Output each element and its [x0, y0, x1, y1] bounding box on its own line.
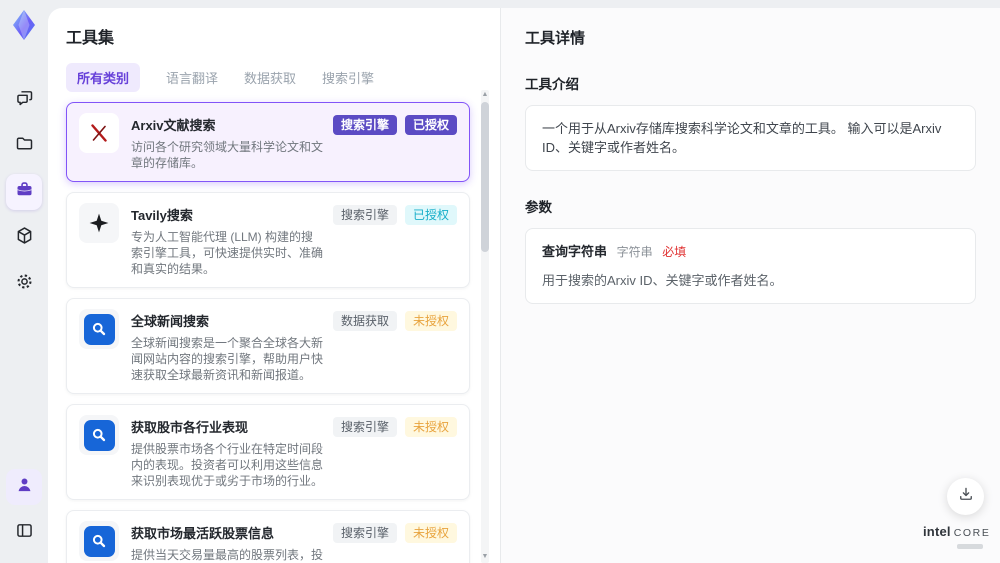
detail-title: 工具详情 — [525, 30, 586, 47]
tool-body: 获取股市各行业表现 提供股票市场各个行业在特定时间段内的表现。投资者可以利用这些… — [131, 415, 325, 489]
tool-name: Tavily搜索 — [131, 208, 193, 223]
tool-body: Arxiv文献搜索 访问各个研究领域大量科学论文和文章的存储库。 — [131, 113, 325, 171]
category-tab-1[interactable]: 语言翻译 — [166, 68, 218, 87]
tool-list: Arxiv文献搜索 访问各个研究领域大量科学论文和文章的存储库。 搜索引擎 已授… — [66, 102, 470, 563]
tool-card[interactable]: 获取股市各行业表现 提供股票市场各个行业在特定时间段内的表现。投资者可以利用这些… — [66, 404, 470, 500]
tool-card[interactable]: 全球新闻搜索 全球新闻搜索是一个聚合全球各大新闻网站内容的搜索引擎，帮助用户快速… — [66, 298, 470, 394]
auth-badge: 未授权 — [404, 523, 457, 543]
auth-badge: 已授权 — [404, 205, 457, 225]
nav-settings[interactable] — [6, 266, 42, 302]
tool-body: Tavily搜索 专为人工智能代理 (LLM) 构建的搜索引擎工具，可快速提供实… — [131, 203, 325, 277]
tool-body: 获取市场最活跃股票信息 提供当天交易量最高的股票列表，投资者可以利用这些信息来识… — [131, 521, 325, 563]
category-badge: 搜索引擎 — [332, 205, 397, 225]
tool-card[interactable]: Arxiv文献搜索 访问各个研究领域大量科学论文和文章的存储库。 搜索引擎 已授… — [66, 102, 470, 182]
tool-name: Arxiv文献搜索 — [131, 118, 216, 133]
chat-icon — [14, 87, 35, 113]
auth-badge: 已授权 — [404, 115, 457, 135]
category-tab-3[interactable]: 搜索引擎 — [322, 68, 374, 87]
params-heading: 参数 — [525, 200, 552, 215]
category-badge: 搜索引擎 — [332, 523, 397, 543]
download-icon — [957, 485, 975, 508]
tool-description: 全球新闻搜索是一个聚合全球各大新闻网站内容的搜索引擎，帮助用户快速获取全球最新资… — [131, 336, 324, 382]
nav-toolset[interactable] — [6, 174, 42, 210]
category-badge: 数据获取 — [332, 311, 397, 331]
tool-card[interactable]: 获取市场最活跃股票信息 提供当天交易量最高的股票列表，投资者可以利用这些信息来识… — [66, 510, 470, 563]
tool-intro-box: 一个用于从Arxiv存储库搜索科学论文和文章的工具。 输入可以是Arxiv ID… — [525, 105, 976, 171]
tool-card[interactable]: Tavily搜索 专为人工智能代理 (LLM) 构建的搜索引擎工具，可快速提供实… — [66, 192, 470, 288]
category-tabs: 所有类别 语言翻译 数据获取 搜索引擎 — [66, 62, 500, 92]
nav-files[interactable] — [6, 128, 42, 164]
tool-name: 获取股市各行业表现 — [131, 420, 249, 435]
core-wordmark: CORE — [953, 527, 991, 539]
param-box: 查询字符串 字符串 必填 用于搜索的Arxiv ID、关键字或作者姓名。 — [525, 228, 976, 304]
arxiv-icon — [79, 113, 119, 153]
toolset-column: 工具集 所有类别 语言翻译 数据获取 搜索引擎 Arxiv文献搜索 访问各个研究领域大… — [48, 8, 500, 563]
tool-description: 访问各个研究领域大量科学论文和文章的存储库。 — [131, 140, 324, 170]
cube-icon — [14, 225, 35, 251]
gear-icon — [14, 271, 35, 297]
tavily-icon — [79, 203, 119, 243]
folder-icon — [14, 133, 35, 159]
blue-search-icon — [83, 525, 115, 557]
category-tab-0[interactable]: 所有类别 — [66, 62, 141, 92]
tool-detail-column: 工具详情 工具介绍 一个用于从Arxiv存储库搜索科学论文和文章的工具。 输入可… — [500, 8, 1000, 563]
tool-badges: 搜索引擎 已授权 — [332, 205, 457, 225]
blue-search-icon — [83, 313, 115, 345]
panel-icon — [14, 520, 35, 546]
blue-search-icon — [83, 419, 115, 451]
tool-badges: 搜索引擎 未授权 — [332, 417, 457, 437]
param-name: 查询字符串 — [542, 244, 608, 259]
param-description: 用于搜索的Arxiv ID、关键字或作者姓名。 — [542, 273, 783, 288]
param-type: 字符串 — [616, 245, 653, 259]
briefcase-icon — [14, 179, 35, 205]
download-button[interactable] — [947, 478, 984, 515]
auth-badge: 未授权 — [404, 417, 457, 437]
category-badge: 搜索引擎 — [332, 115, 397, 135]
intro-heading: 工具介绍 — [525, 77, 579, 92]
tool-icon — [79, 309, 119, 349]
tool-intro-text: 一个用于从Arxiv存储库搜索科学论文和文章的工具。 输入可以是Arxiv ID… — [542, 121, 942, 155]
tool-icon — [79, 415, 119, 455]
tool-icon — [79, 521, 119, 561]
nav-collapse-panel[interactable] — [6, 515, 42, 551]
tool-body: 全球新闻搜索 全球新闻搜索是一个聚合全球各大新闻网站内容的搜索引擎，帮助用户快速… — [131, 309, 325, 383]
param-required-badge: 必填 — [662, 245, 687, 259]
tool-description: 专为人工智能代理 (LLM) 构建的搜索引擎工具，可快速提供实时、准确和真实的结… — [131, 230, 324, 276]
tool-badges: 数据获取 未授权 — [332, 311, 457, 331]
user-icon — [14, 474, 35, 500]
main-panel: 工具集 所有类别 语言翻译 数据获取 搜索引擎 Arxiv文献搜索 访问各个研究领域大… — [48, 8, 1000, 563]
param-header: 查询字符串 字符串 必填 — [542, 242, 959, 262]
tool-name: 全球新闻搜索 — [131, 314, 210, 329]
scroll-down-icon[interactable]: ▼ — [482, 552, 489, 562]
left-icon-rail — [0, 0, 48, 563]
tool-description: 提供当天交易量最高的股票列表，投资者可以利用这些信息来识别流动性强的股票和潜在的… — [131, 548, 324, 562]
category-badge: 搜索引擎 — [332, 417, 397, 437]
category-tab-2[interactable]: 数据获取 — [244, 68, 296, 87]
tool-description: 提供股票市场各个行业在特定时间段内的表现。投资者可以利用这些信息来识别表现优于或… — [131, 442, 324, 488]
page-title: 工具集 — [66, 30, 115, 47]
nav-chat[interactable] — [6, 82, 42, 118]
tool-name: 获取市场最活跃股票信息 — [131, 526, 275, 541]
brand-subtext — [957, 544, 983, 549]
tool-badges: 搜索引擎 已授权 — [332, 115, 457, 135]
intel-core-logo: intel CORE — [923, 523, 989, 549]
intel-wordmark: intel — [923, 524, 951, 539]
list-scrollbar[interactable]: ▲ ▼ — [481, 90, 489, 563]
scrollbar-thumb[interactable] — [481, 102, 489, 252]
auth-badge: 未授权 — [404, 311, 457, 331]
tool-badges: 搜索引擎 未授权 — [332, 523, 457, 543]
nav-packages[interactable] — [6, 220, 42, 256]
nav-account[interactable] — [6, 469, 42, 505]
app-logo[interactable] — [8, 8, 40, 42]
scroll-up-icon[interactable]: ▲ — [482, 90, 489, 100]
